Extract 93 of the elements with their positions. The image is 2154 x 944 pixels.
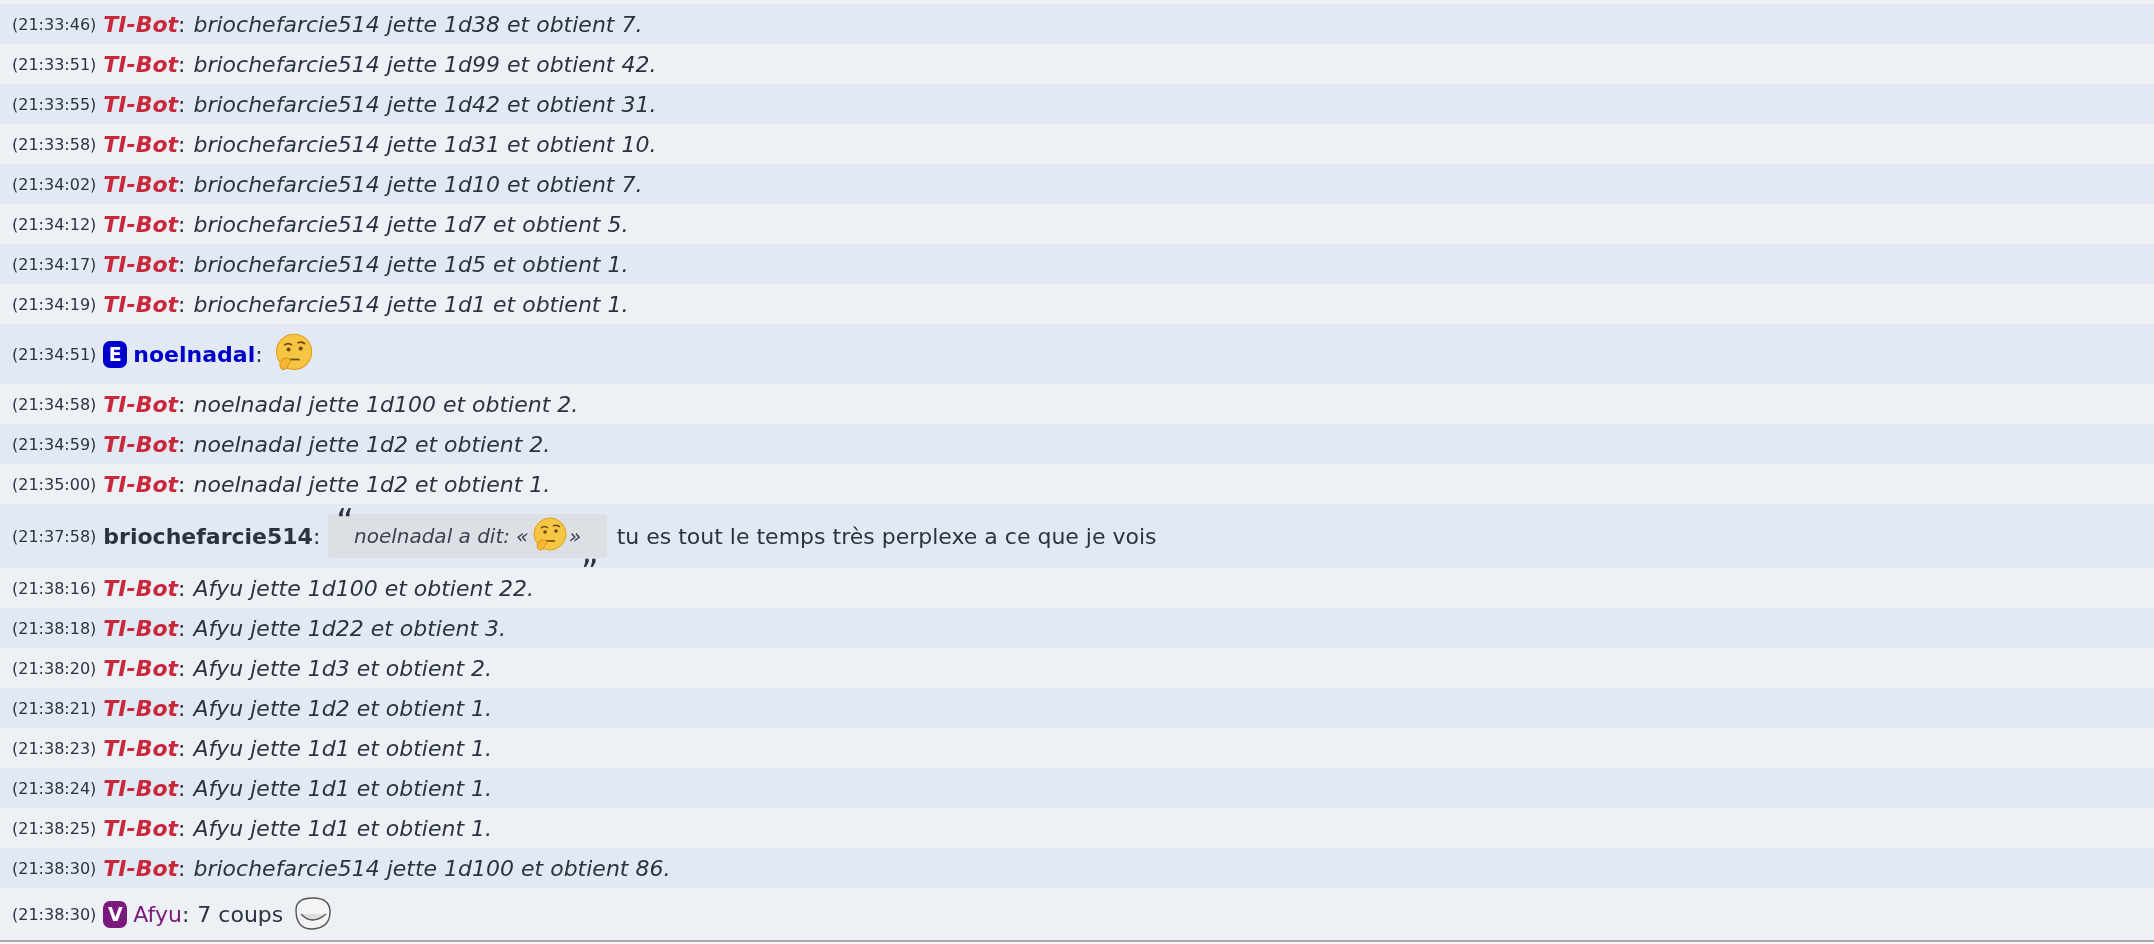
colon: : bbox=[178, 735, 186, 761]
message-text: briochefarcie514 jette 1d100 et obtient 86. bbox=[193, 855, 671, 881]
author-name[interactable]: TI-Bot bbox=[103, 11, 179, 37]
colon: : bbox=[178, 51, 186, 77]
colon: : bbox=[255, 341, 263, 367]
timestamp: (21:38:25) bbox=[12, 818, 97, 838]
author-name[interactable]: briochefarcie514 bbox=[103, 523, 313, 549]
message-text: Afyu jette 1d1 et obtient 1. bbox=[193, 815, 493, 841]
author-name[interactable]: TI-Bot bbox=[103, 51, 179, 77]
author-name[interactable]: TI-Bot bbox=[103, 391, 179, 417]
message-text: Afyu jette 1d22 et obtient 3. bbox=[193, 615, 507, 641]
author-name[interactable]: TI-Bot bbox=[103, 431, 179, 457]
message-text: Afyu jette 1d100 et obtient 22. bbox=[193, 575, 535, 601]
colon: : bbox=[178, 251, 186, 277]
timestamp: (21:34:17) bbox=[12, 254, 97, 274]
message-text: briochefarcie514 jette 1d31 et obtient 10. bbox=[193, 131, 657, 157]
message-text: briochefarcie514 jette 1d10 et obtient 7. bbox=[193, 171, 643, 197]
author-name[interactable]: TI-Bot bbox=[103, 655, 179, 681]
message-text: Afyu jette 1d2 et obtient 1. bbox=[193, 695, 493, 721]
message-text: Afyu jette 1d1 et obtient 1. bbox=[193, 775, 493, 801]
timestamp: (21:38:24) bbox=[12, 778, 97, 798]
colon: : bbox=[178, 291, 186, 317]
message-text: noelnadal jette 1d2 et obtient 2. bbox=[193, 431, 551, 457]
timestamp: (21:34:02) bbox=[12, 174, 97, 194]
timestamp: (21:34:59) bbox=[12, 434, 97, 454]
author-name[interactable]: TI-Bot bbox=[103, 775, 179, 801]
timestamp: (21:33:46) bbox=[12, 14, 97, 34]
author-name[interactable]: TI-Bot bbox=[103, 471, 179, 497]
timestamp: (21:38:30) bbox=[12, 904, 97, 924]
author-name[interactable]: Afyu bbox=[133, 901, 182, 927]
message-text: Afyu jette 1d3 et obtient 2. bbox=[193, 655, 493, 681]
colon: : bbox=[178, 131, 186, 157]
timestamp: (21:38:18) bbox=[12, 618, 97, 638]
message-text: briochefarcie514 jette 1d38 et obtient 7. bbox=[193, 11, 643, 37]
timestamp: (21:33:55) bbox=[12, 94, 97, 114]
role-badge: E bbox=[103, 340, 128, 368]
colon: : bbox=[178, 391, 186, 417]
colon: : bbox=[178, 575, 186, 601]
colon: : bbox=[178, 695, 186, 721]
colon: : bbox=[312, 523, 321, 549]
timestamp: (21:33:58) bbox=[12, 134, 97, 154]
message-text: tu es tout le temps très perplexe a ce que je vois bbox=[616, 523, 1157, 549]
colon: : bbox=[178, 171, 186, 197]
author-name[interactable]: noelnadal bbox=[133, 341, 256, 367]
author-name[interactable]: TI-Bot bbox=[103, 171, 179, 197]
colon: : bbox=[178, 11, 186, 37]
colon: : bbox=[178, 855, 186, 881]
timestamp: (21:34:58) bbox=[12, 394, 97, 414]
message-text: briochefarcie514 jette 1d7 et obtient 5. bbox=[193, 211, 629, 237]
message-text: 7 coups bbox=[197, 901, 284, 927]
message-text: Afyu jette 1d1 et obtient 1. bbox=[193, 735, 493, 761]
author-name[interactable]: TI-Bot bbox=[103, 211, 179, 237]
message-text: noelnadal jette 1d100 et obtient 2. bbox=[193, 391, 579, 417]
author-name[interactable]: TI-Bot bbox=[103, 615, 179, 641]
colon: : bbox=[181, 901, 190, 927]
author-name[interactable]: TI-Bot bbox=[103, 251, 179, 277]
author-name[interactable]: TI-Bot bbox=[103, 291, 179, 317]
message-text: briochefarcie514 jette 1d42 et obtient 31. bbox=[193, 91, 657, 117]
timestamp: (21:34:51) bbox=[12, 344, 97, 364]
colon: : bbox=[178, 775, 186, 801]
timestamp: (21:38:21) bbox=[12, 698, 97, 718]
colon: : bbox=[178, 471, 186, 497]
colon: : bbox=[178, 211, 186, 237]
author-name[interactable]: TI-Bot bbox=[103, 91, 179, 117]
author-name[interactable]: TI-Bot bbox=[103, 575, 179, 601]
author-name[interactable]: TI-Bot bbox=[103, 735, 179, 761]
quote-text: » bbox=[568, 524, 582, 548]
role-badge: V bbox=[103, 900, 128, 928]
author-name[interactable]: TI-Bot bbox=[103, 131, 179, 157]
timestamp: (21:38:16) bbox=[12, 578, 97, 598]
author-name[interactable]: TI-Bot bbox=[103, 855, 179, 881]
message-text: briochefarcie514 jette 1d99 et obtient 42. bbox=[193, 51, 657, 77]
message-text: briochefarcie514 jette 1d1 et obtient 1. bbox=[193, 291, 629, 317]
quote-text: noelnadal a dit: « bbox=[353, 524, 529, 548]
author-name[interactable]: TI-Bot bbox=[103, 815, 179, 841]
colon: : bbox=[178, 815, 186, 841]
message-text: briochefarcie514 jette 1d5 et obtient 1. bbox=[193, 251, 629, 277]
colon: : bbox=[178, 655, 186, 681]
colon: : bbox=[178, 615, 186, 641]
author-name[interactable]: TI-Bot bbox=[103, 695, 179, 721]
timestamp: (21:38:20) bbox=[12, 658, 97, 678]
colon: : bbox=[178, 91, 186, 117]
timestamp: (21:34:12) bbox=[12, 214, 97, 234]
colon: : bbox=[178, 431, 186, 457]
timestamp: (21:38:23) bbox=[12, 738, 97, 758]
timestamp: (21:35:00) bbox=[12, 474, 97, 494]
timestamp: (21:33:51) bbox=[12, 54, 97, 74]
close-quote-mark: „ bbox=[581, 534, 599, 568]
timestamp: (21:38:30) bbox=[12, 858, 97, 878]
message-text: noelnadal jette 1d2 et obtient 1. bbox=[193, 471, 551, 497]
timestamp: (21:34:19) bbox=[12, 294, 97, 314]
open-quote-mark: “ bbox=[336, 504, 354, 538]
timestamp: (21:37:58) bbox=[12, 526, 97, 546]
